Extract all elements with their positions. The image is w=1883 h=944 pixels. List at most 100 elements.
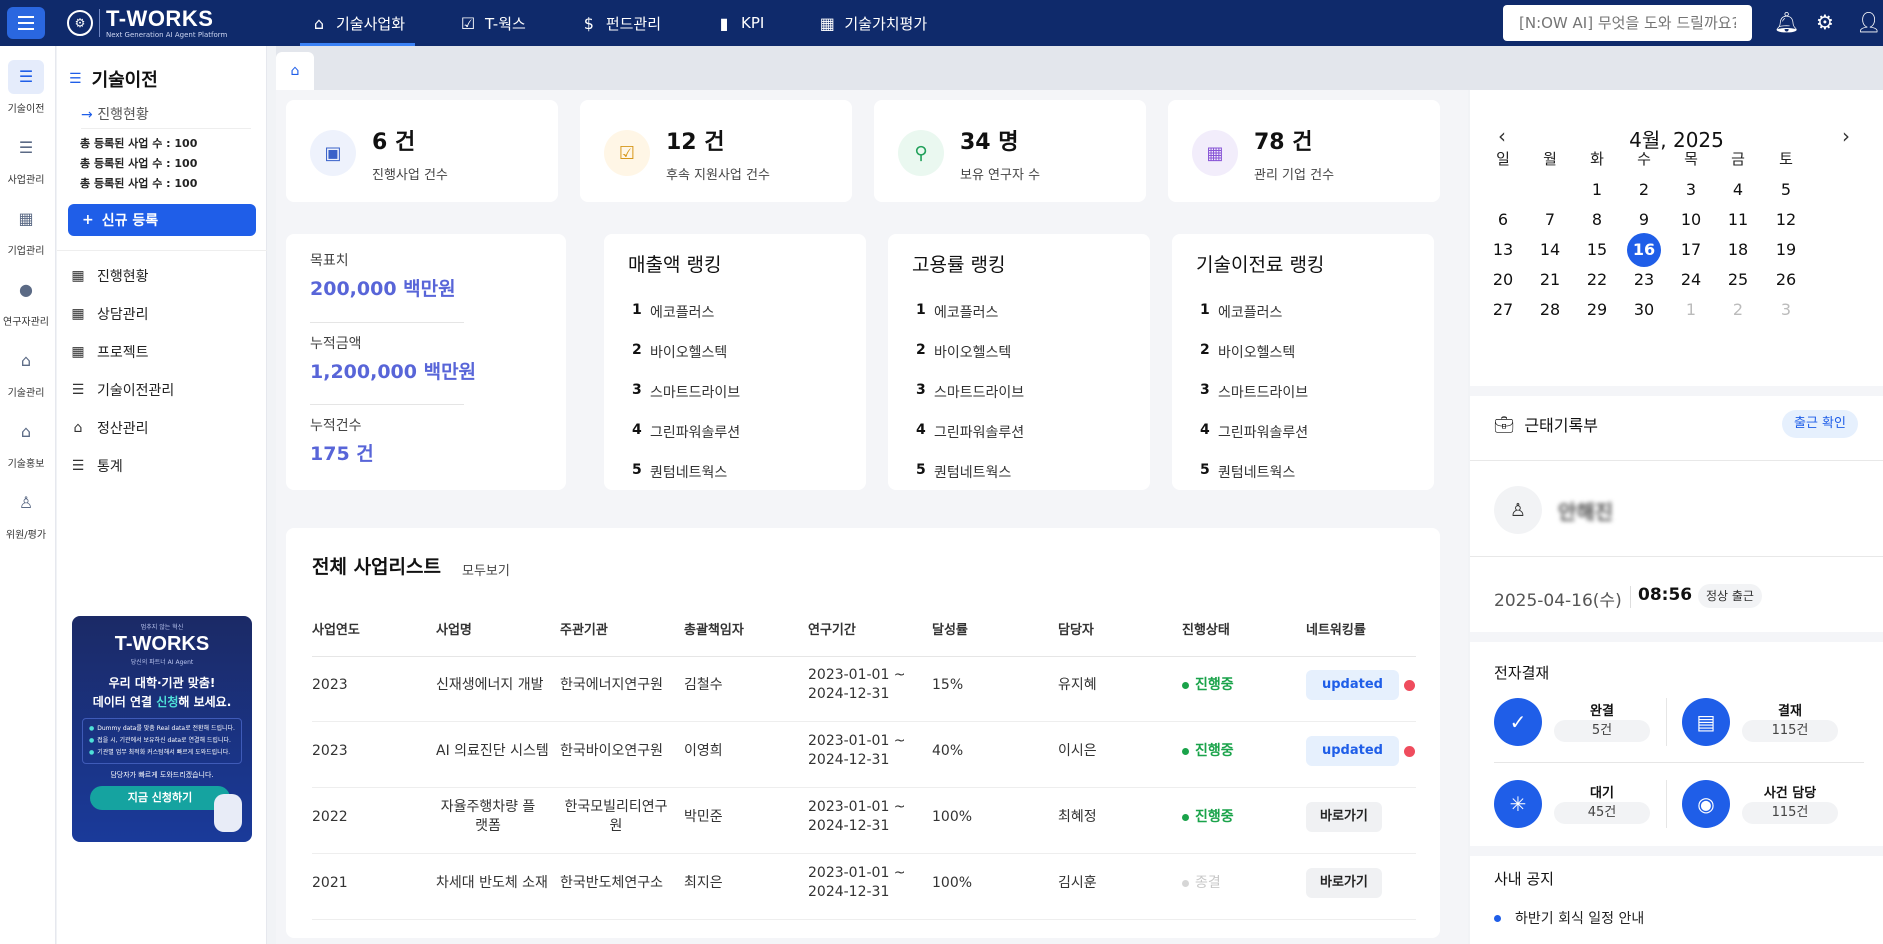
calendar-day[interactable]: 11 [1721, 203, 1755, 237]
app-logo[interactable]: ⚙ T-WORKS Next Generation AI Agent Platf… [67, 7, 227, 39]
ranking-row[interactable]: 5 퀀텀네트웍스 [1200, 462, 1295, 482]
calendar-day[interactable]: 2 [1627, 173, 1661, 207]
calendar-day[interactable]: 9 [1627, 203, 1661, 237]
rail-item-business[interactable]: ☰ 사업관리 [0, 131, 52, 186]
calendar-day[interactable]: 6 [1486, 203, 1520, 237]
calendar-day[interactable]: 19 [1769, 233, 1803, 267]
calendar-day[interactable]: 8 [1580, 203, 1614, 237]
ranking-row[interactable]: 3 스마트드라이브 [632, 382, 740, 402]
sidebar-item-progress[interactable]: ▦ 진행현황 [69, 266, 148, 286]
sidebar-item-project[interactable]: ▦ 프로젝트 [69, 342, 148, 362]
new-register-button[interactable]: + 신규 등록 [68, 204, 256, 236]
ranking-row[interactable]: 5 퀀텀네트웍스 [632, 462, 727, 482]
column-header[interactable]: 주관기관 [560, 619, 608, 638]
rail-item-committee[interactable]: ♙ 위원/평가 [0, 486, 52, 541]
calendar-day[interactable]: 4 [1721, 173, 1755, 207]
calendar-day[interactable]: 27 [1486, 293, 1520, 327]
calendar-day[interactable]: 18 [1721, 233, 1755, 267]
rail-item-promotion[interactable]: ⌂ 기술홍보 [0, 415, 52, 470]
calendar-day[interactable]: 3 [1769, 293, 1803, 327]
ai-search-input[interactable] [1503, 5, 1752, 41]
rail-item-techtransfer[interactable]: ☰ 기술이전 [0, 60, 52, 115]
calendar-day[interactable]: 26 [1769, 263, 1803, 297]
calendar-day-today[interactable]: 16 [1627, 233, 1661, 267]
calendar-day[interactable]: 17 [1674, 233, 1708, 267]
rail-item-company[interactable]: ▦ 기업관리 [0, 202, 52, 257]
apply-now-button[interactable]: 지금 신청하기 [90, 786, 230, 810]
calendar-day[interactable]: 28 [1533, 293, 1567, 327]
arrow-right-icon: → [81, 107, 93, 123]
calendar-day[interactable]: 15 [1580, 233, 1614, 267]
calendar-day[interactable]: 1 [1674, 293, 1708, 327]
sidebar-sub-link[interactable]: → 진행현황 [81, 104, 251, 129]
ranking-row[interactable]: 4 그린파워솔루션 [916, 422, 1024, 442]
calendar-day[interactable]: 3 [1674, 173, 1708, 207]
calendar-day[interactable]: 22 [1580, 263, 1614, 297]
ranking-row[interactable]: 2 바이오헬스텍 [632, 342, 727, 362]
column-header[interactable]: 담당자 [1058, 619, 1094, 638]
calendar-day[interactable]: 25 [1721, 263, 1755, 297]
sidebar-item-stats[interactable]: ☰ 통계 [69, 456, 123, 476]
column-header[interactable]: 진행상태 [1182, 619, 1230, 638]
updated-button[interactable]: updated [1306, 670, 1399, 700]
calendar-day[interactable]: 7 [1533, 203, 1567, 237]
notice-item[interactable]: 하반기 회식 일정 안내 [1494, 908, 1644, 928]
column-header[interactable]: 연구기간 [808, 619, 856, 638]
calendar-day[interactable]: 13 [1486, 233, 1520, 267]
column-header[interactable]: 달성률 [932, 619, 968, 638]
go-to-button[interactable]: 바로가기 [1306, 868, 1382, 898]
bell-icon[interactable]: 🔔︎ [1774, 10, 1799, 34]
goal-label: 누적건수 [310, 418, 362, 434]
settings-gear-icon[interactable]: ⚙ [1816, 10, 1834, 34]
calendar-day[interactable]: 29 [1580, 293, 1614, 327]
user-profile-icon[interactable]: 👤︎ [1856, 10, 1881, 34]
calendar-day[interactable]: 1 [1580, 173, 1614, 207]
rail-item-researcher[interactable]: ● 연구자관리 [0, 273, 52, 328]
calendar-day[interactable]: 14 [1533, 233, 1567, 267]
calendar-day[interactable]: 12 [1769, 203, 1803, 237]
cell-period: 2023-01-01 ~ 2024-12-31 [808, 864, 906, 902]
column-header[interactable]: 사업명 [436, 619, 472, 638]
calendar-day[interactable]: 10 [1674, 203, 1708, 237]
ranking-row[interactable]: 1 에코플러스 [1200, 302, 1282, 322]
check-in-button[interactable]: 출근 확인 [1782, 410, 1858, 438]
calendar-day[interactable]: 24 [1674, 263, 1708, 297]
ranking-row[interactable]: 3 스마트드라이브 [916, 382, 1024, 402]
promo-banner[interactable]: 멈추지 않는 혁신 T-WORKS 당신의 파트너 AI Agent 우리 대학… [72, 616, 252, 842]
ranking-row[interactable]: 4 그린파워솔루션 [632, 422, 740, 442]
goal-divider [310, 404, 464, 405]
topnav-item-valuation[interactable]: ▦ 기술가치평가 [808, 0, 937, 46]
calendar-day[interactable]: 23 [1627, 263, 1661, 297]
go-to-button[interactable]: 바로가기 [1306, 802, 1382, 832]
topnav-item-techbiz[interactable]: ⌂ 기술사업화 [300, 0, 416, 46]
kpi-value: 34 명 [960, 130, 1019, 155]
topnav-item-fund[interactable]: $ 펀드관리 [570, 0, 671, 46]
rail-item-tech[interactable]: ⌂ 기술관리 [0, 344, 52, 399]
menu-toggle-button[interactable] [7, 7, 45, 39]
sidebar-item-consult[interactable]: ▦ 상담관리 [69, 304, 148, 324]
column-header[interactable]: 총괄책임자 [684, 619, 744, 638]
ranking-row[interactable]: 1 에코플러스 [632, 302, 714, 322]
column-header[interactable]: 네트워킹률 [1306, 619, 1366, 638]
ranking-row[interactable]: 1 에코플러스 [916, 302, 998, 322]
calendar-next-button[interactable]: › [1842, 124, 1850, 148]
topnav-item-kpi[interactable]: ▮ KPI [705, 0, 774, 46]
tab-home[interactable]: ⌂ [276, 52, 314, 90]
topnav-item-tworks[interactable]: ☑ T-웍스 [449, 0, 536, 46]
ranking-row[interactable]: 2 바이오헬스텍 [1200, 342, 1295, 362]
column-header[interactable]: 사업연도 [312, 619, 360, 638]
ranking-row[interactable]: 3 스마트드라이브 [1200, 382, 1308, 402]
sidebar-item-transfer[interactable]: ☰ 기술이전관리 [69, 380, 175, 400]
calendar-weekday: 토 [1779, 150, 1793, 168]
calendar-day[interactable]: 5 [1769, 173, 1803, 207]
calendar-day[interactable]: 20 [1486, 263, 1520, 297]
sidebar-item-settlement[interactable]: ⌂ 정산관리 [69, 418, 149, 438]
updated-button[interactable]: updated [1306, 736, 1399, 766]
ranking-row[interactable]: 5 퀀텀네트웍스 [916, 462, 1011, 482]
calendar-day[interactable]: 2 [1721, 293, 1755, 327]
view-all-link[interactable]: 모두보기 [462, 560, 510, 579]
ranking-row[interactable]: 2 바이오헬스텍 [916, 342, 1011, 362]
calendar-day[interactable]: 30 [1627, 293, 1661, 327]
calendar-day[interactable]: 21 [1533, 263, 1567, 297]
ranking-row[interactable]: 4 그린파워솔루션 [1200, 422, 1308, 442]
